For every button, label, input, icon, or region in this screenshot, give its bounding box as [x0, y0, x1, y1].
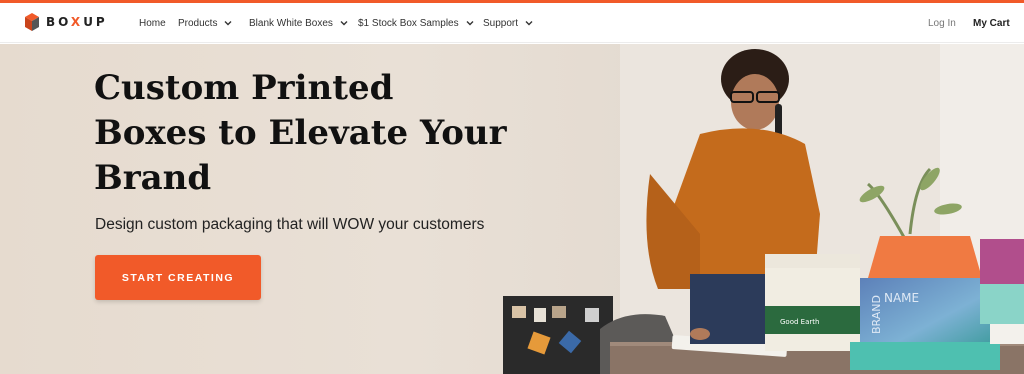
- nav-item-label: Support: [483, 17, 519, 29]
- logo-wordmark: BOXUP: [46, 15, 108, 29]
- nav-item-products[interactable]: Products: [178, 3, 233, 43]
- nav-item-home[interactable]: Home: [139, 3, 166, 43]
- cart-link[interactable]: My Cart: [973, 3, 1010, 43]
- nav-item-support[interactable]: Support: [483, 3, 534, 43]
- chevron-down-icon: [340, 21, 348, 26]
- start-creating-button[interactable]: START CREATING: [95, 255, 261, 300]
- nav-item-label: $1 Stock Box Samples: [358, 17, 459, 29]
- chevron-down-icon: [466, 21, 474, 26]
- hero-title: Custom Printed Boxes to Elevate Your Bra…: [94, 68, 507, 198]
- nav-item-label: Blank White Boxes: [249, 17, 333, 29]
- chevron-down-icon: [224, 21, 232, 26]
- login-link[interactable]: Log In: [928, 3, 956, 43]
- svg-text:Good Earth: Good Earth: [780, 318, 819, 326]
- nav-item-blank-white-boxes[interactable]: Blank White Boxes: [249, 3, 349, 43]
- nav-item-stock-box-samples[interactable]: $1 Stock Box Samples: [358, 3, 475, 43]
- nav-item-label: Products: [178, 17, 218, 29]
- svg-text:NAME: NAME: [884, 291, 919, 305]
- green-product-box: Good Earth: [765, 254, 860, 351]
- logo[interactable]: BOXUP: [24, 11, 108, 33]
- box-logo-icon: [25, 13, 39, 31]
- hero-banner: Good Earth BRAND NAME Custom Printed Box…: [0, 44, 1024, 374]
- svg-text:BRAND: BRAND: [870, 295, 883, 334]
- nav-item-label: Home: [139, 17, 166, 29]
- chevron-down-icon: [525, 21, 533, 26]
- mood-board-illustration: [503, 296, 613, 374]
- hero-subtitle: Design custom packaging that will WOW yo…: [95, 216, 485, 233]
- top-navigation: BOXUP Home Products Blank White Boxes $1…: [0, 3, 1024, 43]
